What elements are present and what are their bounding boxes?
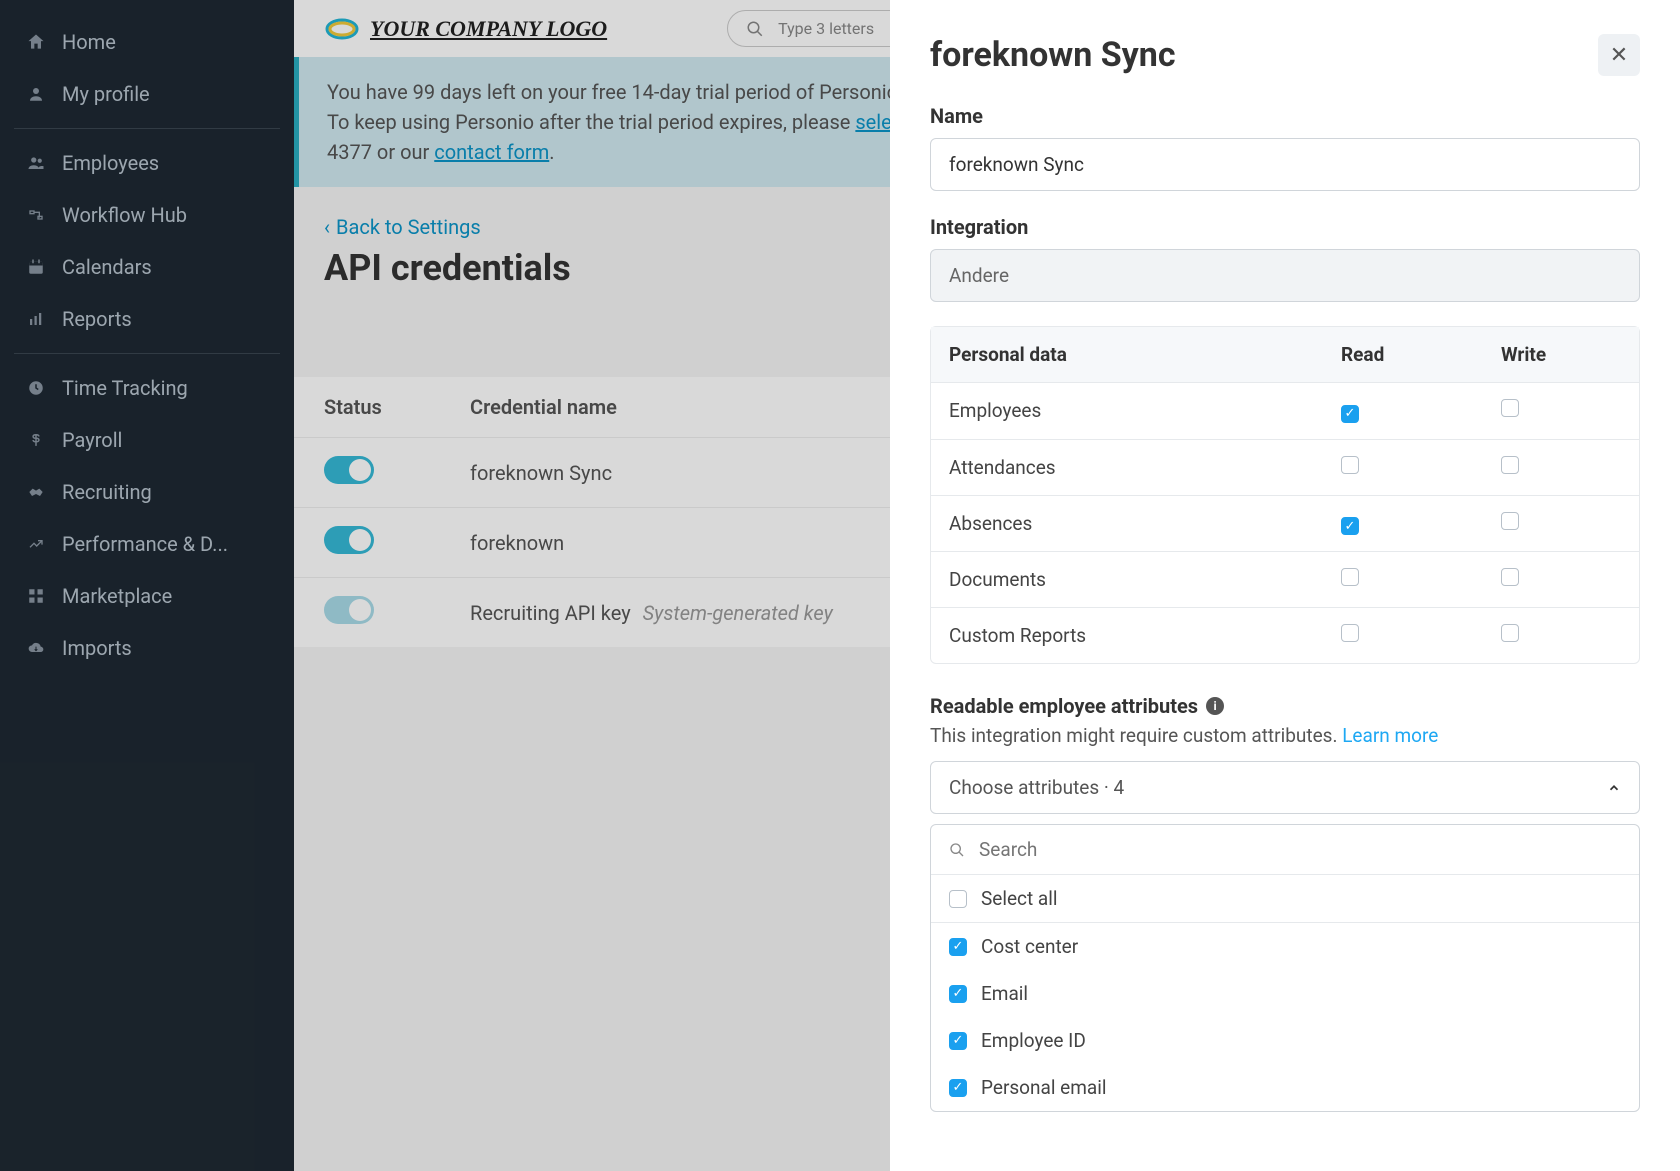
write-checkbox[interactable] (1501, 624, 1519, 642)
dropdown-item[interactable]: ✓ Employee ID (931, 1017, 1639, 1064)
attribute-checkbox[interactable]: ✓ (949, 985, 967, 1003)
permission-name: Custom Reports (949, 624, 1341, 647)
chevron-up-icon (1607, 781, 1621, 795)
dropdown-item[interactable]: ✓ Personal email (931, 1064, 1639, 1111)
attribute-checkbox[interactable] (949, 890, 967, 908)
info-icon[interactable]: i (1206, 697, 1224, 715)
permission-row: Custom Reports (931, 607, 1639, 663)
perm-col-read: Read (1341, 343, 1501, 366)
read-checkbox[interactable]: ✓ (1341, 517, 1359, 535)
write-checkbox[interactable] (1501, 399, 1519, 417)
integration-label: Integration (930, 215, 1640, 239)
dropdown-item-label: Cost center (981, 935, 1078, 958)
side-panel: foreknown Sync ✕ Name Integration Person… (890, 0, 1680, 1171)
integration-input (930, 249, 1640, 302)
permission-name: Employees (949, 399, 1341, 422)
write-checkbox[interactable] (1501, 512, 1519, 530)
learn-more-link[interactable]: Learn more (1342, 724, 1438, 747)
read-checkbox[interactable] (1341, 456, 1359, 474)
dropdown-item[interactable]: ✓ Email (931, 970, 1639, 1017)
panel-title: foreknown Sync (930, 35, 1176, 75)
dropdown-item[interactable]: Select all (931, 875, 1639, 922)
dropdown-item-label: Employee ID (981, 1029, 1086, 1052)
dropdown-search[interactable] (931, 825, 1639, 875)
dropdown-search-input[interactable] (979, 838, 1621, 861)
write-checkbox[interactable] (1501, 456, 1519, 474)
permission-row: Absences✓ (931, 495, 1639, 552)
perm-col-name: Personal data (949, 343, 1341, 366)
read-checkbox[interactable]: ✓ (1341, 405, 1359, 423)
attribute-checkbox[interactable]: ✓ (949, 1079, 967, 1097)
permission-name: Attendances (949, 456, 1341, 479)
dropdown-item-label: Select all (981, 887, 1058, 910)
read-checkbox[interactable] (1341, 624, 1359, 642)
attributes-subtext: This integration might require custom at… (930, 724, 1640, 747)
permission-row: Documents (931, 551, 1639, 607)
permission-row: Attendances (931, 439, 1639, 495)
name-input[interactable] (930, 138, 1640, 191)
read-checkbox[interactable] (1341, 568, 1359, 586)
permission-row: Employees✓ (931, 383, 1639, 439)
close-button[interactable]: ✕ (1598, 34, 1640, 76)
dropdown-item[interactable]: ✓ Cost center (931, 923, 1639, 970)
search-icon (949, 842, 965, 858)
name-label: Name (930, 104, 1640, 128)
write-checkbox[interactable] (1501, 568, 1519, 586)
perm-col-write: Write (1501, 343, 1621, 366)
dropdown-item-label: Personal email (981, 1076, 1107, 1099)
attributes-dropdown: Select all ✓ Cost center ✓ Email ✓ Employee ID… (930, 824, 1640, 1112)
permissions-table: Personal data Read Write Employees✓Atten… (930, 326, 1640, 664)
dropdown-item-label: Email (981, 982, 1028, 1005)
permission-name: Documents (949, 568, 1341, 591)
attributes-select[interactable]: Choose attributes · 4 (930, 761, 1640, 814)
attribute-checkbox[interactable]: ✓ (949, 1032, 967, 1050)
close-icon: ✕ (1610, 43, 1628, 68)
attribute-checkbox[interactable]: ✓ (949, 938, 967, 956)
attributes-heading: Readable employee attributes i (930, 694, 1640, 718)
permission-name: Absences (949, 512, 1341, 535)
